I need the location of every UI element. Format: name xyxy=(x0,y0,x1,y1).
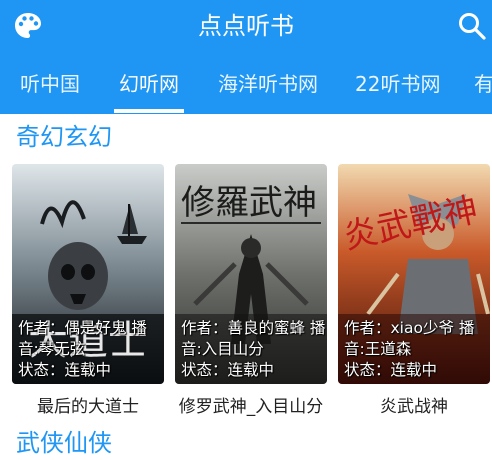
book-status: 状态：连载中 xyxy=(181,361,275,379)
book-title[interactable]: 修罗武神_入目山分 xyxy=(166,396,336,418)
app-title: 点点听书 xyxy=(198,12,294,40)
section-title-fantasy: 奇幻玄幻 xyxy=(16,123,112,151)
title-bar: 点点听书 xyxy=(0,0,492,56)
book-status: 状态：连载中 xyxy=(344,361,438,379)
tab-22tingshu[interactable]: 22听书网 xyxy=(355,70,440,98)
cover-title-art: 修羅武神 xyxy=(181,183,317,223)
tab-indicator xyxy=(114,109,184,113)
book-card[interactable]: 炎武戰神 作者：xiao少爷 播音:王道森 状态：连载中 xyxy=(338,164,490,384)
search-icon[interactable] xyxy=(456,10,488,42)
source-tabs: 听中国 幻听网 海洋听书网 22听书网 有 xyxy=(0,62,492,114)
tab-huantingwang[interactable]: 幻听网 xyxy=(119,70,179,98)
book-card[interactable]: 修羅武神 作者：善良的蜜蜂 播音:入目山分 状态：连载中 xyxy=(175,164,327,384)
book-info: 作者：善良的蜜蜂 播音:入目山分 状态：连载中 xyxy=(181,318,327,381)
book-card[interactable]: 大道士 作者：偶是好鬼 播音:琴无弦 状态：连载中 xyxy=(12,164,164,384)
app-bar: 点点听书 听中国 幻听网 海洋听书网 22听书网 有 xyxy=(0,0,492,114)
book-info: 作者：偶是好鬼 播音:琴无弦 状态：连载中 xyxy=(18,318,164,381)
book-title[interactable]: 最后的大道士 xyxy=(3,396,173,418)
book-author: 作者：偶是好鬼 播音:琴无弦 xyxy=(18,319,147,358)
tab-haiyang[interactable]: 海洋听书网 xyxy=(218,70,318,98)
section-title-wuxia: 武侠仙侠 xyxy=(16,429,112,457)
book-title[interactable]: 炎武战神 xyxy=(329,396,492,418)
book-author: 作者：xiao少爷 播音:王道森 xyxy=(344,319,475,358)
tab-tingzhongguo[interactable]: 听中国 xyxy=(20,70,80,98)
book-status: 状态：连载中 xyxy=(18,361,112,379)
book-author: 作者：善良的蜜蜂 播音:入目山分 xyxy=(181,319,326,358)
tab-more[interactable]: 有 xyxy=(474,70,492,98)
book-info: 作者：xiao少爷 播音:王道森 状态：连载中 xyxy=(344,318,490,381)
